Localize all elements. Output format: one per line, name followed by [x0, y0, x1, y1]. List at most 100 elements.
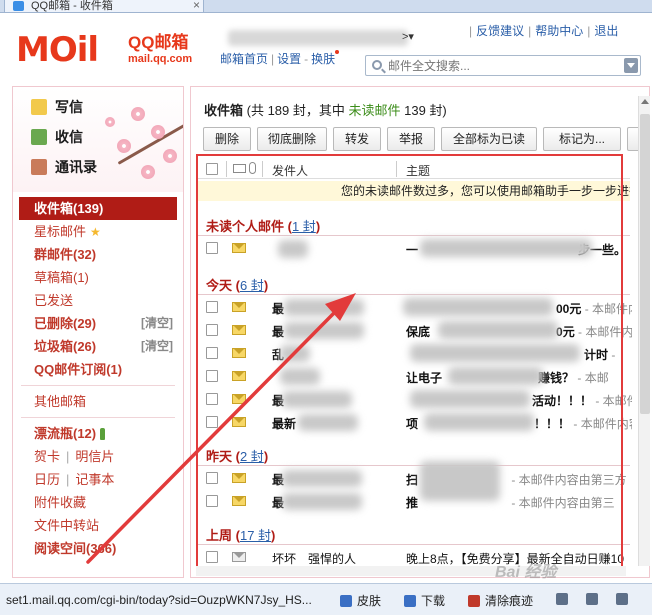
mail-row[interactable]: 最 00元 - 本邮件内容: [198, 296, 632, 319]
tab-close-icon[interactable]: ×: [193, 0, 200, 11]
folder-starred[interactable]: 星标邮件 ★: [13, 220, 183, 243]
folder-label: 星标邮件: [34, 224, 87, 239]
divider: [198, 544, 630, 545]
folder-label: 垃圾箱(26): [34, 339, 97, 354]
nav-home[interactable]: 邮箱首页: [220, 52, 268, 66]
nav-settings[interactable]: 设置: [277, 52, 301, 66]
subject-tail: 00元: [556, 302, 582, 316]
postcard-link[interactable]: 明信片: [75, 449, 114, 464]
notebook-link[interactable]: 记事本: [75, 472, 114, 487]
group-count-link[interactable]: 17 封: [240, 528, 271, 543]
mark-as-dropdown[interactable]: 标记为...: [543, 127, 621, 151]
row-checkbox[interactable]: [206, 242, 218, 254]
mail-list-panel: 收件箱 (共 189 封，其中 未读邮件 139 封) 删除 彻底删除 转发 举…: [190, 86, 650, 578]
mail-row[interactable]: 最 保底 0元 - 本邮件内容: [198, 319, 632, 342]
contacts-button[interactable]: 通讯录: [31, 157, 97, 177]
browser-tab-strip: QQ邮箱 - 收件箱 ×: [0, 0, 652, 13]
mail-row[interactable]: 最 活动！！！ - 本邮件内容: [198, 388, 632, 411]
folder-group-mail[interactable]: 群邮件(32): [13, 243, 183, 266]
file-transfer-link[interactable]: 文件中转站: [13, 514, 183, 537]
report-button[interactable]: 举报: [387, 127, 435, 151]
logo-cn: QQ邮箱: [128, 33, 189, 52]
row-checkbox[interactable]: [206, 472, 218, 484]
select-all-checkbox[interactable]: [206, 163, 218, 175]
mail-row[interactable]: 最新 项 ！！！ - 本邮件内容: [198, 411, 632, 434]
unread-link[interactable]: 未读邮件: [349, 103, 401, 118]
mail-row[interactable]: 最 扫 - 本邮件内容由第三方: [198, 461, 630, 501]
calendar-link[interactable]: 日历: [34, 472, 60, 487]
search-input[interactable]: [388, 58, 614, 73]
user-menu-toggle[interactable]: >▾: [402, 30, 414, 43]
clear-traces-button[interactable]: 清除痕迹: [468, 592, 533, 609]
greeting-card-link[interactable]: 贺卡: [34, 449, 60, 464]
tab-title: QQ邮箱 - 收件箱: [31, 0, 113, 12]
mail-row[interactable]: 最 推 - 本邮件内容由第三: [198, 490, 630, 513]
horizontal-scrollbar[interactable]: [196, 566, 626, 576]
folder-drafts[interactable]: 草稿箱(1): [13, 266, 183, 289]
qq-mail-logo[interactable]: MOil QQ邮箱 mail.qq.com: [16, 32, 216, 68]
folder-sent[interactable]: 已发送: [13, 289, 183, 312]
scroll-thumb[interactable]: [640, 114, 650, 414]
mail-preview: -: [608, 348, 616, 362]
row-checkbox[interactable]: [206, 416, 218, 428]
mail-row[interactable]: 让电子 赚钱？ - 本邮: [198, 365, 630, 388]
logo-domain: mail.qq.com: [128, 53, 193, 65]
zoom-icon[interactable]: [586, 592, 603, 606]
download-button[interactable]: 下载: [404, 592, 445, 609]
row-checkbox[interactable]: [206, 301, 218, 313]
unread-envelope-icon: [232, 473, 246, 483]
receive-button[interactable]: 收信: [31, 127, 83, 147]
browser-tab[interactable]: QQ邮箱 - 收件箱 ×: [4, 0, 204, 13]
row-checkbox[interactable]: [206, 393, 218, 405]
clear-deleted-link[interactable]: [清空]: [141, 312, 173, 335]
column-sender[interactable]: 发件人: [272, 162, 308, 179]
group-count-link[interactable]: 1 封: [292, 219, 316, 234]
group-label: 今天: [206, 278, 233, 293]
mail-row[interactable]: 一步一些。: [198, 237, 630, 260]
delete-permanently-button[interactable]: 彻底删除: [257, 127, 327, 151]
reading-space-link[interactable]: 阅读空间(366): [13, 537, 183, 560]
group-count-link[interactable]: 6 封: [240, 278, 264, 293]
row-checkbox[interactable]: [206, 324, 218, 336]
compose-button[interactable]: 写信: [31, 97, 83, 117]
folder-other-mailbox[interactable]: 其他邮箱: [13, 390, 183, 413]
group-unread: 未读个人邮件 (1 封): [206, 219, 321, 234]
folder-deleted[interactable]: 已删除(29) [清空]: [13, 312, 183, 335]
compose-icon: [31, 99, 47, 115]
attachments-link[interactable]: 附件收藏: [13, 491, 183, 514]
nav-skin[interactable]: 换肤: [311, 52, 335, 66]
drift-bottle-link[interactable]: 漂流瓶(12): [13, 422, 183, 445]
mail-row[interactable]: 乱 计时 -: [198, 342, 630, 365]
folder-label: 文件中转站: [34, 518, 100, 533]
skin-button[interactable]: 皮肤: [340, 592, 381, 609]
group-label: 未读个人邮件: [206, 219, 285, 234]
divider: [198, 465, 630, 466]
scroll-up-icon[interactable]: [641, 99, 649, 104]
row-checkbox[interactable]: [206, 495, 218, 507]
link-feedback[interactable]: 反馈建议: [476, 24, 524, 38]
row-checkbox[interactable]: [206, 347, 218, 359]
mail-subject: 推 - 本邮件内容由第三: [406, 494, 632, 511]
folder-spam[interactable]: 垃圾箱(26) [清空]: [13, 335, 183, 358]
link-logout[interactable]: 退出: [594, 24, 618, 38]
divider: [21, 417, 175, 418]
search-dropdown-icon[interactable]: [624, 58, 638, 73]
clear-spam-link[interactable]: [清空]: [141, 335, 173, 358]
inbox-title: 收件箱 (共 189 封，其中 未读邮件 139 封): [204, 100, 447, 119]
folder-subscriptions[interactable]: QQ邮件订阅(1): [13, 358, 183, 381]
unread-envelope-icon: [232, 302, 246, 312]
sidebar: 写信 收信 通讯录 收件箱(139) 星标邮件 ★ 群邮件(32) 草稿箱(1) …: [12, 86, 184, 578]
group-count-link[interactable]: 2 封: [240, 449, 264, 464]
row-checkbox[interactable]: [206, 551, 218, 563]
vertical-scrollbar[interactable]: [638, 96, 650, 566]
link-help[interactable]: 帮助中心: [535, 24, 583, 38]
column-subject[interactable]: 主题: [406, 162, 430, 179]
forward-button[interactable]: 转发: [333, 127, 381, 151]
mark-all-read-button[interactable]: 全部标为已读: [441, 127, 537, 151]
volume-icon[interactable]: [556, 592, 573, 606]
folder-inbox[interactable]: 收件箱(139): [19, 197, 177, 220]
delete-button[interactable]: 删除: [203, 127, 251, 151]
row-checkbox[interactable]: [206, 370, 218, 382]
divider: [21, 385, 175, 386]
page-icon[interactable]: [616, 592, 633, 606]
